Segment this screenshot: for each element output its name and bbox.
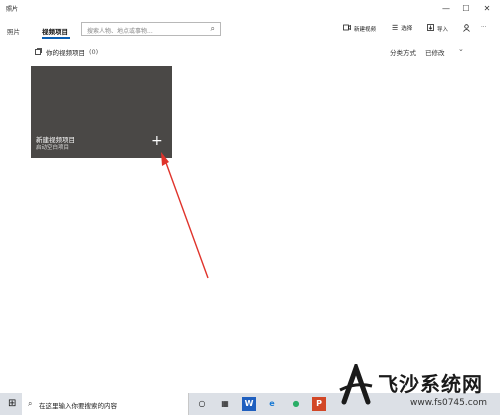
- arrow-line: [164, 159, 209, 279]
- watermark-url: www.fs0745.com: [410, 398, 487, 408]
- photos-app-window: 照片 — ☐ ✕ 照片 视频项目 搜索人物、地点或事物... ⌕ 新建视频 ☰ …: [0, 0, 500, 393]
- task-view-icon[interactable]: ○: [195, 397, 209, 411]
- taskbar-search-box[interactable]: ⌕ 在这里输入你要搜索的内容: [22, 393, 189, 415]
- taskbar-grid-icon[interactable]: ▦: [218, 397, 232, 411]
- wechat-icon[interactable]: ●: [289, 397, 303, 411]
- watermark-logo: 飞沙系统网 www.fs0745.com: [330, 360, 500, 415]
- search-icon: ⌕: [28, 399, 33, 408]
- watermark-site-name: 飞沙系统网: [378, 372, 483, 396]
- watermark-emblem: [339, 364, 373, 405]
- windows-start-icon[interactable]: ⊞: [8, 398, 16, 410]
- powerpoint-icon[interactable]: P: [312, 397, 326, 411]
- taskbar-search-input[interactable]: 在这里输入你要搜索的内容: [39, 400, 117, 410]
- annotation-arrow: [161, 152, 209, 279]
- word-icon[interactable]: W: [242, 397, 256, 411]
- scrollbar[interactable]: [495, 16, 499, 392]
- arrow-head: [161, 152, 169, 166]
- edge-icon[interactable]: e: [265, 397, 279, 411]
